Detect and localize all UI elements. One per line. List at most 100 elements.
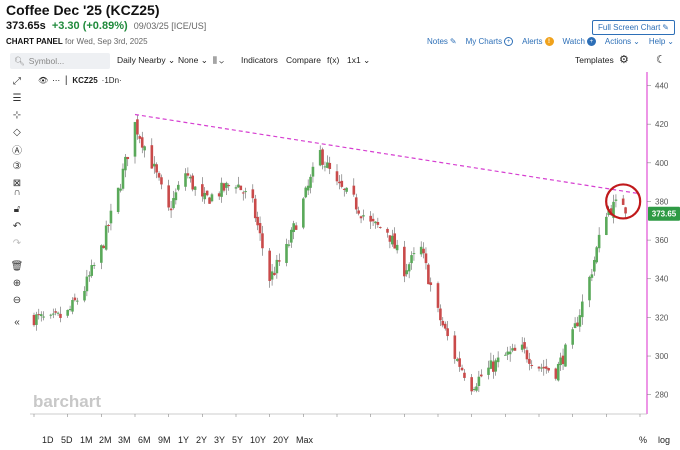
alerts-link[interactable]: Alerts! <box>522 37 554 46</box>
style-dropdown[interactable]: None ⌄ <box>178 55 208 66</box>
timeframe-1d[interactable]: 1D <box>42 435 54 445</box>
candle-down <box>155 164 158 173</box>
timeframe-3m[interactable]: 3M <box>118 435 131 445</box>
candle-down <box>277 260 281 262</box>
candle-up <box>104 225 108 250</box>
candle-down <box>378 227 382 229</box>
my-charts-link[interactable]: My Charts + <box>466 37 514 46</box>
y-tick-label: 420 <box>655 120 669 129</box>
redo-icon[interactable]: ↷ <box>10 237 24 250</box>
log-scale-toggle[interactable]: log <box>658 435 670 445</box>
dark-mode-icon[interactable]: ☾ <box>656 53 666 66</box>
candle-up <box>391 235 394 245</box>
percent-scale-toggle[interactable]: % <box>639 435 647 445</box>
price-chart[interactable]: 280 300 320 340 360 380 400 420 440 Dec 30 Jan 13 J… <box>30 72 680 420</box>
legend-menu-icon[interactable]: ⋯ <box>52 76 60 85</box>
timeframe-20y[interactable]: 20Y <box>273 435 289 445</box>
timeframe-1y[interactable]: 1Y <box>178 435 189 445</box>
candle-up <box>88 275 91 277</box>
timeframe-5d[interactable]: 5D <box>61 435 73 445</box>
crosshair-icon[interactable]: ⤢ <box>10 75 24 88</box>
candle-down <box>138 136 142 139</box>
candle-type-icon: ⫼ <box>213 55 217 65</box>
candle-up <box>475 386 478 391</box>
candle-down <box>525 350 529 360</box>
actions-menu[interactable]: Actions ⌄ <box>605 37 640 46</box>
magnet-icon[interactable]: ∩ <box>10 186 24 199</box>
help-menu[interactable]: Help ⌄ <box>649 37 674 46</box>
symbol-search-input[interactable]: 🔍︎ Symbol... <box>10 53 110 69</box>
candle-down <box>160 177 163 185</box>
candle-up <box>573 323 577 329</box>
candle-down <box>528 358 531 364</box>
candle-up <box>193 186 197 190</box>
candle-up <box>362 215 365 217</box>
candle-up <box>304 187 308 198</box>
collapse-icon[interactable]: « <box>10 316 24 329</box>
timeframe-6m[interactable]: 6M <box>138 435 151 445</box>
trash-icon[interactable]: 🗑︎ <box>10 260 24 273</box>
candle-up <box>306 185 310 191</box>
resistance-trendline <box>134 113 641 195</box>
timeframe-10y[interactable]: 10Y <box>250 435 266 445</box>
eye-icon[interactable]: 👁︎ <box>38 76 48 85</box>
candle-up <box>75 300 79 302</box>
candle-up <box>292 223 296 233</box>
y-tick-label: 280 <box>655 391 669 400</box>
candle-up <box>244 191 247 193</box>
candle-up <box>345 187 348 192</box>
interval-dropdown[interactable]: Daily Nearby ⌄ <box>117 55 175 66</box>
zoom-out-icon[interactable]: ⊖ <box>10 294 24 307</box>
timeframe-3y[interactable]: 3Y <box>214 435 225 445</box>
templates-button[interactable]: Templates <box>575 55 614 65</box>
candle-up <box>489 360 493 369</box>
shapes-icon[interactable]: ◇ <box>10 126 24 139</box>
candle-up <box>302 198 305 228</box>
candle-down <box>542 366 546 369</box>
top-links: Notes ✎ My Charts + Alerts! Watch + Actions… <box>427 37 674 46</box>
candle-up <box>172 198 175 209</box>
timeframe-2m[interactable]: 2M <box>99 435 112 445</box>
watch-link[interactable]: Watch + <box>563 37 596 46</box>
candle-up <box>100 245 103 263</box>
panel-label: CHART PANEL for Wed, Sep 3rd, 2025 <box>6 37 148 46</box>
candle-up <box>506 351 510 355</box>
timeframe-max[interactable]: Max <box>296 435 313 445</box>
undo-icon[interactable]: ↶ <box>10 220 24 233</box>
fullscreen-chart-button[interactable]: Full Screen Chart ✎ <box>592 20 675 35</box>
candle-down <box>342 188 346 190</box>
fx-button[interactable]: f(x) <box>327 55 339 65</box>
text-icon[interactable]: Ⓐ <box>10 143 24 157</box>
x-tick-label: Jan 27 <box>89 419 114 420</box>
candle-down <box>268 250 271 281</box>
candle-down <box>241 192 245 194</box>
gear-icon[interactable]: ⚙ <box>619 53 629 66</box>
indicators-button[interactable]: Indicators <box>241 55 278 65</box>
x-tick-label: Sep 8 <box>630 419 651 420</box>
timeframe-1m[interactable]: 1M <box>80 435 93 445</box>
trendline-icon[interactable]: ☰ <box>10 92 24 105</box>
chevron-down-icon: ⌄ <box>667 37 674 46</box>
candle-down <box>136 119 139 135</box>
candle-down <box>328 162 332 169</box>
x-tick-label: Mar 10 <box>190 419 215 420</box>
timeframe-5y[interactable]: 5Y <box>232 435 243 445</box>
candle-up <box>395 244 399 251</box>
notes-link[interactable]: Notes ✎ <box>427 37 457 46</box>
candle-down <box>561 355 565 365</box>
candle-down <box>261 233 264 249</box>
layout-dropdown[interactable]: 1x1 ⌄ <box>347 55 370 66</box>
timeframe-2y[interactable]: 2Y <box>196 435 207 445</box>
candle-down <box>150 145 154 169</box>
candle-up <box>496 357 500 363</box>
lock-icon[interactable]: 🔓︎ <box>10 203 24 216</box>
timeframe-9m[interactable]: 9M <box>158 435 171 445</box>
zoom-in-icon[interactable]: ⊕ <box>10 277 24 290</box>
compare-button[interactable]: Compare <box>286 55 321 65</box>
x-tick-label: Aug 11 <box>560 419 585 420</box>
watch-label: Watch <box>562 37 585 46</box>
fib-icon[interactable]: ⊹ <box>10 109 24 122</box>
chart-type-dropdown[interactable]: ⫼ ⌄ <box>213 55 224 66</box>
candle-up <box>119 188 122 191</box>
measure-icon[interactable]: ③ <box>10 160 24 173</box>
